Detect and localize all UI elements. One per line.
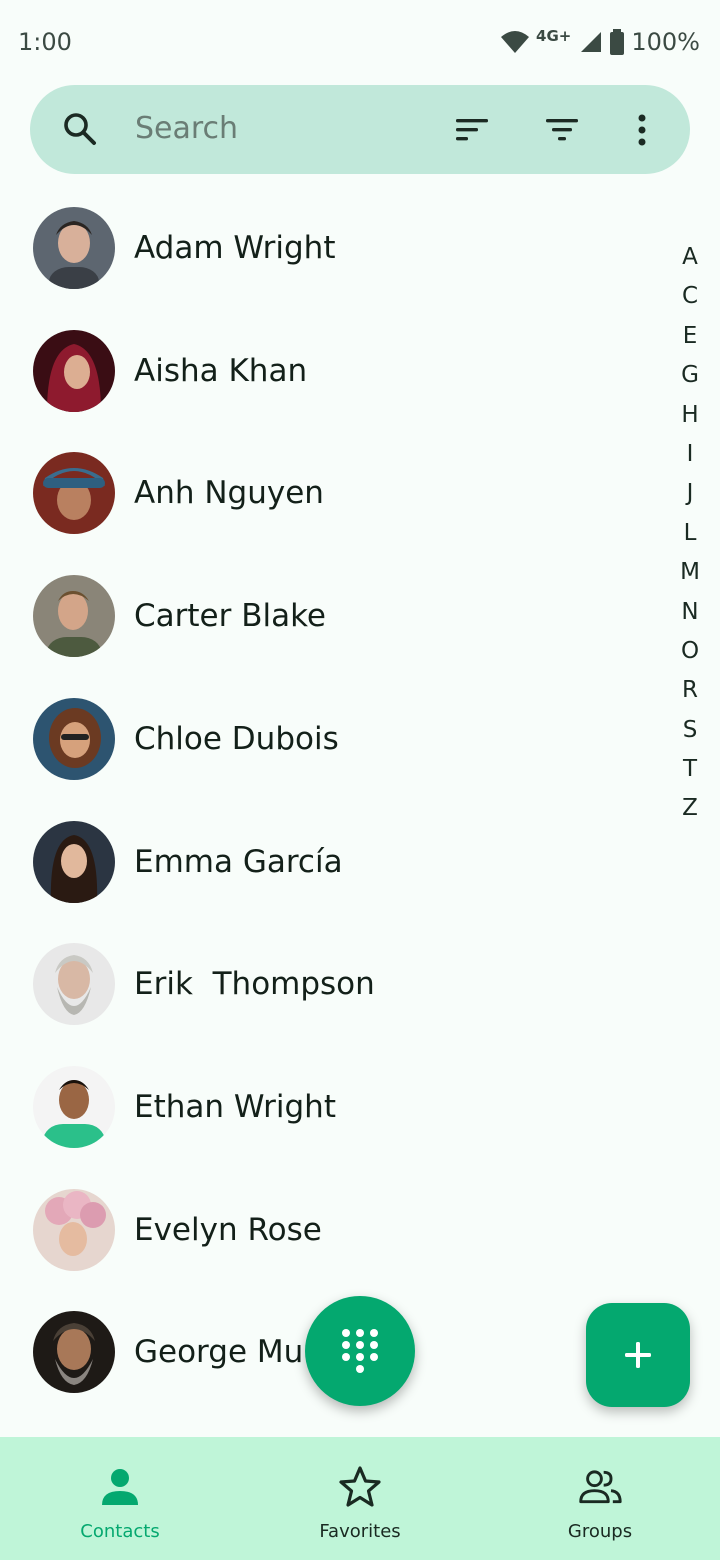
filter-icon[interactable] — [544, 112, 580, 148]
alpha-letter[interactable]: A — [682, 238, 698, 277]
avatar — [33, 1189, 115, 1271]
more-vert-icon[interactable] — [624, 112, 660, 148]
contact-row[interactable]: Aisha Khan — [0, 310, 660, 432]
avatar — [33, 207, 115, 289]
status-bar: 1:00 4G+ 100% — [0, 0, 720, 84]
contact-name: Emma García — [134, 844, 343, 880]
status-time: 1:00 — [18, 28, 72, 56]
search-bar[interactable]: Search — [30, 85, 690, 174]
battery-icon — [610, 29, 625, 55]
alpha-letter[interactable]: L — [684, 514, 697, 553]
add-contact-button[interactable] — [586, 1303, 690, 1407]
contact-row[interactable]: Evelyn Rose — [0, 1169, 660, 1291]
avatar — [33, 821, 115, 903]
alpha-letter[interactable]: G — [681, 356, 699, 395]
contact-name: George Mu — [134, 1334, 304, 1370]
contact-row[interactable]: Adam Wright — [0, 187, 660, 309]
nav-groups-label: Groups — [567, 1521, 633, 1542]
alpha-letter[interactable]: H — [681, 396, 698, 435]
contact-name: Ethan Wright — [134, 1089, 336, 1125]
contact-name: Chloe Dubois — [134, 721, 339, 757]
network-type: 4G+ — [536, 27, 572, 45]
alpha-letter[interactable]: I — [687, 435, 694, 474]
avatar — [33, 943, 115, 1025]
contact-name: Carter Blake — [134, 598, 327, 634]
alpha-letter[interactable]: T — [683, 750, 697, 789]
alpha-letter[interactable]: C — [682, 277, 698, 316]
contact-row[interactable]: Erik Thompson — [0, 923, 660, 1045]
alpha-letter[interactable]: O — [681, 632, 699, 671]
contact-name: Erik Thompson — [134, 966, 375, 1002]
alpha-letter[interactable]: M — [680, 553, 700, 592]
contact-name: Aisha Khan — [134, 353, 308, 389]
contact-row[interactable]: Carter Blake — [0, 555, 660, 677]
status-icons: 4G+ 100% — [500, 27, 700, 56]
search-icon[interactable] — [62, 111, 98, 147]
nav-contacts-label: Contacts — [80, 1521, 160, 1542]
alpha-letter[interactable]: S — [683, 711, 698, 750]
alphabet-index[interactable]: ACEGHIJLMNORSTZ — [668, 238, 712, 829]
contact-row[interactable]: Anh Nguyen — [0, 432, 660, 554]
contact-row[interactable]: Ethan Wright — [0, 1046, 660, 1168]
signal-icon — [581, 32, 602, 52]
avatar — [33, 1311, 115, 1393]
search-input[interactable]: Search — [135, 111, 238, 146]
nav-favorites[interactable]: Favorites — [240, 1437, 480, 1560]
alpha-letter[interactable]: J — [687, 474, 694, 513]
nav-contacts[interactable]: Contacts — [0, 1437, 240, 1560]
contact-row[interactable]: Chloe Dubois — [0, 678, 660, 800]
person-icon — [102, 1469, 138, 1505]
contact-list[interactable]: Adam Wright Aisha Khan Anh Nguyen Carter… — [0, 185, 720, 1435]
dialpad-button[interactable] — [305, 1296, 415, 1406]
alpha-letter[interactable]: R — [682, 671, 698, 710]
avatar — [33, 1066, 115, 1148]
avatar — [33, 330, 115, 412]
wifi-icon — [501, 31, 530, 53]
avatar — [33, 452, 115, 534]
contact-name: Anh Nguyen — [134, 475, 324, 511]
bottom-navigation: Contacts Favorites Groups — [0, 1437, 720, 1560]
sort-icon[interactable] — [454, 112, 490, 148]
alpha-letter[interactable]: N — [681, 593, 698, 632]
dialpad-icon — [342, 1329, 378, 1373]
nav-favorites-label: Favorites — [319, 1521, 401, 1542]
group-icon — [579, 1470, 622, 1504]
star-icon — [339, 1466, 381, 1507]
alpha-letter[interactable]: Z — [682, 789, 698, 828]
avatar — [33, 575, 115, 657]
nav-groups[interactable]: Groups — [480, 1437, 720, 1560]
contact-name: Adam Wright — [134, 230, 336, 266]
contact-name: Evelyn Rose — [134, 1212, 322, 1248]
avatar — [33, 698, 115, 780]
alpha-letter[interactable]: E — [683, 317, 698, 356]
add-icon — [625, 1342, 651, 1368]
battery-percent: 100% — [631, 28, 700, 56]
contact-row[interactable]: Emma García — [0, 801, 660, 923]
